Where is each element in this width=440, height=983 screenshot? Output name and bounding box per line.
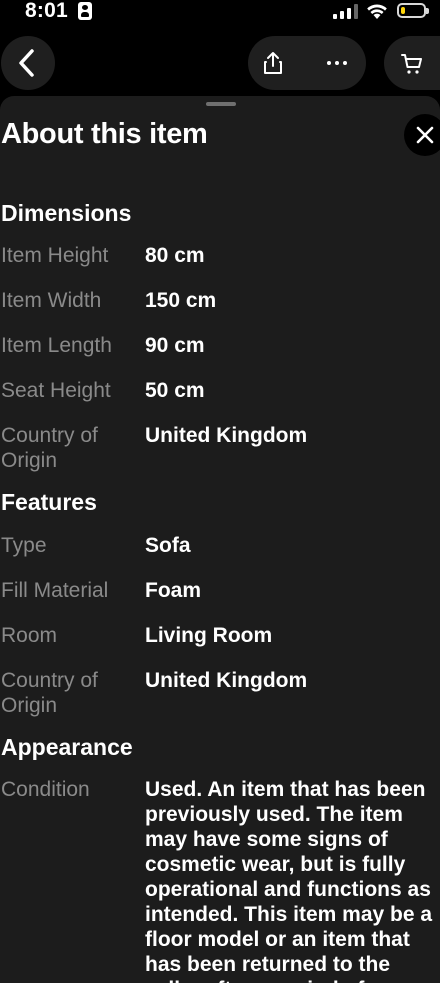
row-value-seat-height: 50 cm [145, 379, 205, 402]
row-label-item-height: Item Height [1, 244, 109, 267]
row-value-room: Living Room [145, 624, 273, 647]
wifi-icon [367, 4, 387, 19]
status-time: 8:01 [25, 0, 68, 22]
row-label-country-of-origin: Country of Origin [1, 424, 98, 472]
section-title-dimensions: Dimensions [1, 200, 132, 226]
row-label-type: Type [1, 534, 47, 557]
battery-icon [397, 3, 429, 18]
back-button[interactable] [1, 36, 55, 90]
chevron-left-icon [19, 49, 34, 77]
about-item-sheet: About this item Dimensions Item Height 8… [0, 96, 440, 983]
sheet-grabber[interactable] [206, 102, 236, 106]
status-bar: 8:01 [0, 0, 440, 26]
cellular-signal-icon [333, 4, 359, 19]
section-title-features: Features [1, 489, 97, 515]
row-label-condition: Condition [1, 778, 90, 801]
row-value-country-of-origin: United Kingdom [145, 424, 308, 447]
row-value-fill-material: Foam [145, 579, 202, 602]
row-label-seat-height: Seat Height [1, 379, 111, 402]
row-value-item-length: 90 cm [145, 334, 205, 357]
person-badge-icon [78, 2, 92, 20]
row-label-item-width: Item Width [1, 289, 102, 312]
row-label-fill-material: Fill Material [1, 579, 109, 602]
share-icon[interactable] [260, 50, 286, 76]
battery-level [401, 7, 405, 14]
section-title-appearance: Appearance [1, 734, 133, 760]
row-value-item-height: 80 cm [145, 244, 205, 267]
row-value-item-width: 150 cm [145, 289, 217, 312]
more-horizontal-icon[interactable] [326, 60, 348, 66]
row-value-country-of-origin-features: United Kingdom [145, 669, 308, 692]
share-more-group [248, 36, 366, 90]
row-value-condition: Used. An item that has been previously u… [145, 778, 433, 983]
row-label-item-length: Item Length [1, 334, 112, 357]
close-button[interactable] [404, 114, 440, 156]
row-label-country-of-origin-features: Country of Origin [1, 669, 98, 717]
row-value-type: Sofa [145, 534, 191, 557]
close-icon [416, 126, 434, 144]
cart-icon [401, 54, 422, 74]
sheet-title: About this item [1, 118, 208, 150]
row-label-room: Room [1, 624, 58, 647]
cart-button[interactable] [384, 36, 440, 90]
